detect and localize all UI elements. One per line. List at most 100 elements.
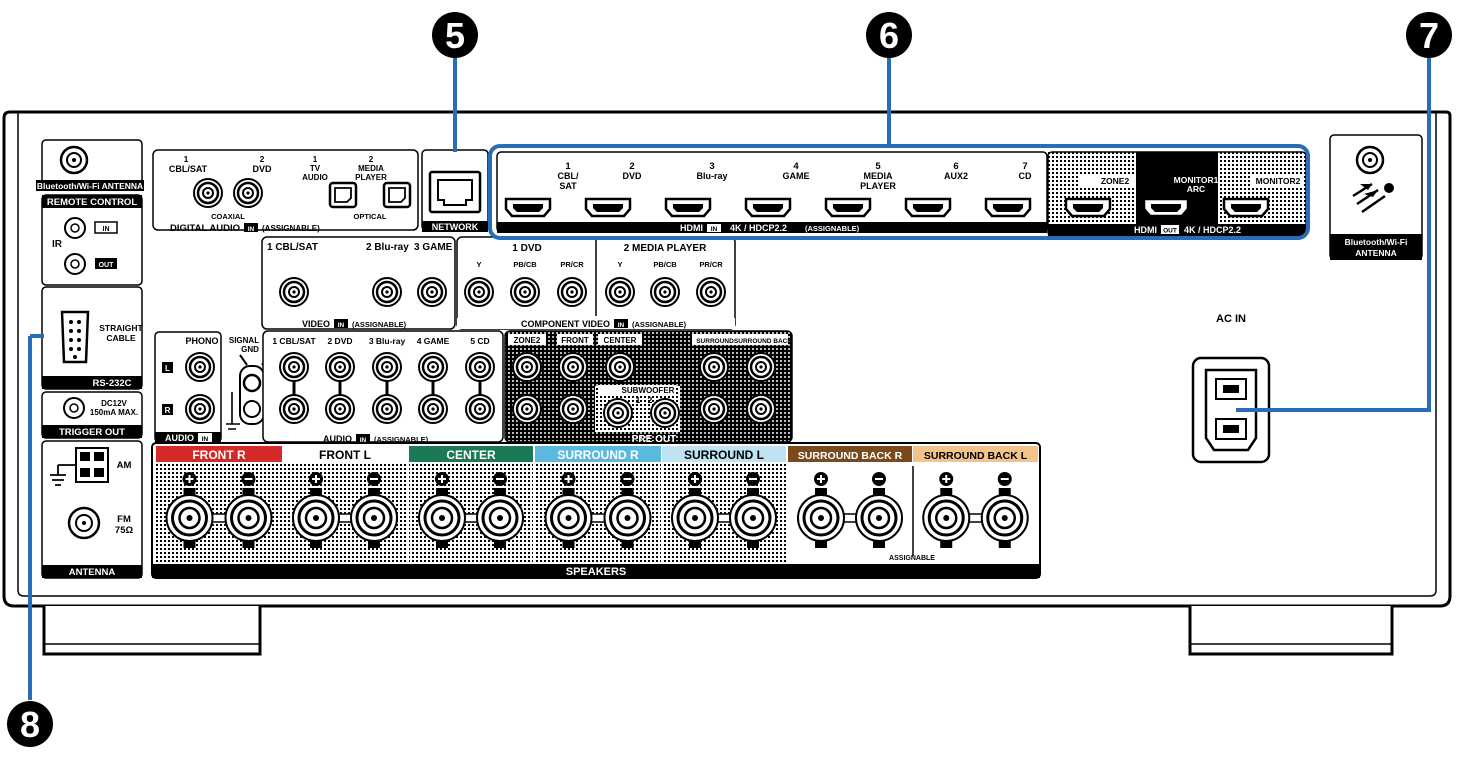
pre-out-zone2-r-jack[interactable] <box>511 393 543 425</box>
audio-in-section: 1 CBL/SAT 2 DVD 3 Blu-ray 4 GAME 5 CD AUDIO … <box>262 330 504 444</box>
pre-out-center-jack[interactable] <box>604 351 636 383</box>
video-2-jack[interactable] <box>371 276 403 308</box>
hdmi-in-7-label: CD <box>1019 171 1032 181</box>
pre-out-zone2-l-jack[interactable] <box>511 351 543 383</box>
video-in-badge: IN <box>338 322 345 329</box>
hdmi-out-monitor2-label: MONITOR2 <box>1256 176 1301 186</box>
video-assignable: (ASSIGNABLE) <box>352 320 407 329</box>
speaker-4-minus-terminal[interactable] <box>603 493 652 543</box>
dc12v-label: DC12V <box>101 399 127 408</box>
video-in-section: 1 CBL/SAT 2 Blu-ray 3 GAME VIDEO IN (ASS… <box>261 236 456 330</box>
speaker-3-plus-terminal[interactable] <box>417 493 467 543</box>
component-video-section: 1 DVD 2 MEDIA PLAYER Y PB/CB PR/CR Y PB/… <box>456 236 736 330</box>
comp2-y-jack[interactable] <box>604 276 636 308</box>
digital-audio-in-badge: IN <box>248 226 255 233</box>
callout-8: 8 <box>7 701 53 747</box>
speaker-7-minus-terminal[interactable] <box>980 493 1030 543</box>
comp1-pb-jack[interactable] <box>509 276 541 308</box>
comp2-pr-jack[interactable] <box>695 276 727 308</box>
audio-in-2-label: 2 DVD <box>327 336 352 346</box>
ma-label: 150mA MAX. <box>90 408 138 417</box>
rs232c-port[interactable] <box>60 310 90 364</box>
hdmi-in-2-port[interactable] <box>584 197 632 218</box>
speaker-6-plus-terminal[interactable] <box>796 493 846 543</box>
digital-audio-assignable: (ASSIGNABLE) <box>262 224 320 233</box>
pre-out-surround-l-jack[interactable] <box>698 351 730 383</box>
audio-in-2-l-jack[interactable] <box>324 351 356 383</box>
speaker-5-plus-terminal[interactable] <box>670 493 720 543</box>
video-title: VIDEO <box>302 319 330 329</box>
pre-out-surround-back-l-jack[interactable] <box>745 351 777 383</box>
hdmi-in-5-port[interactable] <box>824 197 872 218</box>
ir-in-badge: IN <box>103 226 110 233</box>
video-1-label: 1 CBL/SAT <box>267 242 318 253</box>
optical-2-port[interactable] <box>382 181 412 209</box>
subwoofer-1-jack[interactable] <box>602 397 634 429</box>
phono-r-jack[interactable] <box>184 393 216 425</box>
opt1-num: 1 <box>313 155 318 164</box>
hdmi-in-4-port[interactable] <box>744 197 792 218</box>
speaker-6-minus-terminal[interactable] <box>854 493 904 543</box>
hdmi-out-zone2-port[interactable] <box>1064 197 1112 218</box>
video-3-jack[interactable] <box>416 276 448 308</box>
audio-in-4-l-jack[interactable] <box>417 351 449 383</box>
audio-in-3-r-jack[interactable] <box>371 393 403 425</box>
hdmi-in-1-port[interactable] <box>504 197 552 218</box>
hdmi-in-7-port[interactable] <box>984 197 1032 218</box>
subwoofer-2-num: 2 <box>648 395 653 405</box>
coaxial-2-jack[interactable] <box>232 177 264 209</box>
video-1-jack[interactable] <box>278 276 310 308</box>
audio-in-1-l-jack[interactable] <box>278 351 310 383</box>
audio-in-4-r-jack[interactable] <box>417 393 449 425</box>
right-foot <box>1188 606 1394 656</box>
speaker-2-minus-terminal[interactable] <box>349 493 399 543</box>
audio-in-4-label: 4 GAME <box>417 336 450 346</box>
callout-5: 5 <box>432 12 478 58</box>
pre-out-surround-back-r-jack[interactable] <box>745 393 777 425</box>
hdmi-out-monitor2-port[interactable] <box>1222 197 1270 218</box>
comp1-pr-jack[interactable] <box>556 276 588 308</box>
phono-l-jack[interactable] <box>184 351 216 383</box>
speaker-2-plus-terminal[interactable] <box>291 493 341 543</box>
phono-audio-title: AUDIO <box>165 433 194 443</box>
speaker-7-plus-terminal[interactable] <box>921 493 971 543</box>
optical-1-port[interactable] <box>328 181 358 209</box>
speaker-5-minus-terminal[interactable] <box>728 493 778 543</box>
comp2-pr-label: PR/CR <box>699 260 723 269</box>
signal-label: SIGNAL <box>229 336 259 345</box>
speaker-4-plus-terminal[interactable] <box>544 493 593 543</box>
audio-in-1-r-jack[interactable] <box>278 393 310 425</box>
bt-antenna-right-label1: Bluetooth/Wi-Fi <box>1345 237 1408 247</box>
audio-in-5-r-jack[interactable] <box>464 393 496 425</box>
comp1-pr-label: PR/CR <box>560 260 584 269</box>
hdmi-in-3-port[interactable] <box>664 197 712 218</box>
hdmi-in-6-port[interactable] <box>904 197 952 218</box>
pre-out-front-r-jack[interactable] <box>557 393 589 425</box>
comp1-y-jack[interactable] <box>463 276 495 308</box>
network-label: NETWORK <box>432 222 479 232</box>
comp2-pb-jack[interactable] <box>649 276 681 308</box>
coaxial-1-jack[interactable] <box>192 177 224 209</box>
speaker-1-plus-terminal[interactable] <box>165 493 214 543</box>
pre-out-surround-r-jack[interactable] <box>698 393 730 425</box>
component-2-label: 2 MEDIA PLAYER <box>624 243 707 254</box>
audio-in-3-l-jack[interactable] <box>371 351 403 383</box>
straight-label: STRAIGHT <box>99 323 143 333</box>
phono-r-badge: R <box>165 406 171 415</box>
rear-panel-diagram: Bluetooth/Wi-Fi ANTENNA REMOTE CONTROL I… <box>2 12 1452 747</box>
pre-out-front-l-jack[interactable] <box>557 351 589 383</box>
video-3-label: 3 GAME <box>414 242 453 253</box>
rs232c-label: RS-232C <box>92 378 131 389</box>
audio-in-5-l-jack[interactable] <box>464 351 496 383</box>
pre-out-section: ZONE2 FRONT CENTER SURROUND SURROUND BAC… <box>504 330 793 445</box>
speaker-3-minus-terminal[interactable] <box>475 493 525 543</box>
subwoofer-label: SUBWOOFER <box>622 386 675 395</box>
audio-in-2-r-jack[interactable] <box>324 393 356 425</box>
subwoofer-2-jack[interactable] <box>649 397 681 429</box>
speaker-group-3-label: CENTER <box>446 448 496 462</box>
hdmi-in-4-label: GAME <box>783 171 810 181</box>
speaker-1-minus-terminal[interactable] <box>224 493 273 543</box>
gnd-label: GND <box>241 345 259 354</box>
hdmi-in-5-label: MEDIA <box>864 171 894 181</box>
hdmi-out-monitor1-port[interactable] <box>1142 197 1190 218</box>
